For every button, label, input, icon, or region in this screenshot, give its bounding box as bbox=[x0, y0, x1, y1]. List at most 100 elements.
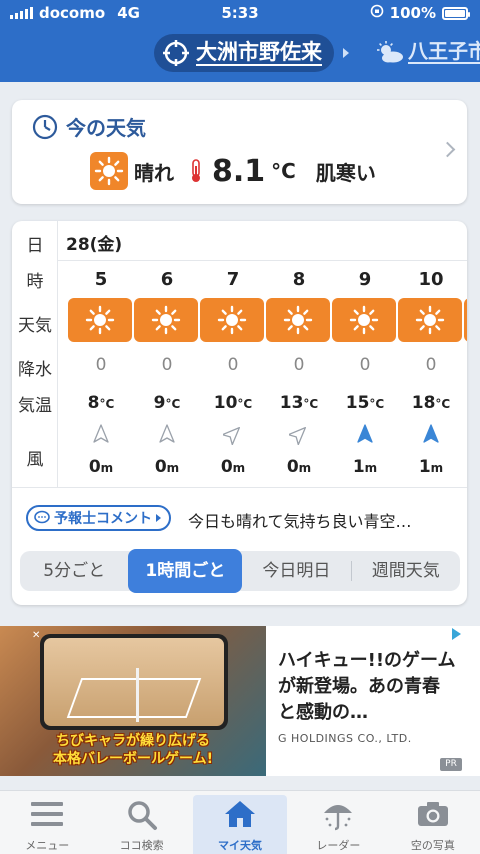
bottom-tab-bar: メニュー ココ検索 マイ天気 レーダー 空の写真 bbox=[0, 790, 480, 854]
sun-icon bbox=[332, 298, 396, 342]
next-location-button[interactable]: 八王子市 bbox=[376, 40, 480, 64]
status-bar: docomo 4G 5:33 100% bbox=[0, 0, 480, 26]
caret-right-icon bbox=[156, 514, 161, 522]
hour-column: 7 0 10°C 0m bbox=[200, 261, 266, 487]
tab-menu[interactable]: メニュー bbox=[0, 791, 94, 854]
forecaster-comment-label: 予報士コメント bbox=[54, 511, 152, 527]
location-header: 大洲市野佐来 八王子市 bbox=[0, 26, 480, 82]
wind-speed-value: 0m bbox=[88, 457, 114, 477]
ad-caption-line1: ちびキャラが繰り広げる bbox=[56, 733, 210, 749]
sun-icon bbox=[398, 298, 462, 342]
current-temperature: 8.1 bbox=[212, 153, 266, 189]
wind-direction-icon bbox=[287, 423, 309, 446]
ad-company: G HOLDINGS CO., LTD. bbox=[278, 732, 412, 745]
sun-icon bbox=[200, 298, 264, 342]
current-weather-title-text: 今の天気 bbox=[66, 116, 146, 140]
ad-close-icon[interactable]: ✕ bbox=[32, 630, 40, 641]
clock-icon bbox=[32, 114, 58, 139]
ad-pr-badge: PR bbox=[440, 758, 462, 771]
wind-direction-icon bbox=[355, 423, 375, 445]
chat-icon bbox=[34, 510, 50, 524]
temperature-value: 18°C bbox=[411, 393, 451, 413]
ad-image[interactable]: ちびキャラが繰り広げる 本格バレーボールゲーム! bbox=[0, 626, 266, 776]
hour-column: 9 0 15°C 1m bbox=[332, 261, 398, 487]
tab-my-weather[interactable]: マイ天気 bbox=[192, 795, 288, 854]
tab-5min[interactable]: 5分ごと bbox=[20, 551, 128, 591]
wind-speed-value: 0m bbox=[286, 457, 312, 477]
current-weather-card[interactable]: 今の天気 晴れ 8.1 °C 肌寒い bbox=[12, 100, 467, 204]
label-wind: 風 bbox=[26, 450, 44, 470]
sun-icon bbox=[68, 298, 132, 342]
rotation-lock-icon bbox=[370, 4, 384, 22]
ad-image-caption: ちびキャラが繰り広げる 本格バレーボールゲーム! bbox=[28, 732, 238, 768]
ad-caption-line2: 本格バレーボールゲーム! bbox=[53, 751, 213, 767]
hour-value: 5 bbox=[94, 269, 108, 290]
tab-menu-label: メニュー bbox=[25, 839, 70, 852]
sun-icon bbox=[134, 298, 198, 342]
wind-speed-value: 1m bbox=[418, 457, 444, 477]
tab-weekly[interactable]: 週間天気 bbox=[352, 551, 460, 591]
hour-column: 6 0 9°C 0m bbox=[134, 261, 200, 487]
tab-sky-photos[interactable]: 空の写真 bbox=[386, 791, 480, 854]
row-labels: 日 時 天気 降水 気温 風 bbox=[12, 221, 58, 487]
tab-today-tomorrow[interactable]: 今日明日 bbox=[242, 551, 350, 591]
rain-value: 0 bbox=[227, 355, 239, 375]
sun-icon bbox=[464, 298, 467, 342]
wind-direction-icon bbox=[91, 423, 111, 445]
sun-icon bbox=[90, 152, 128, 190]
forecaster-comment-row[interactable]: 予報士コメント 今日も晴れて気持ち良い青空… bbox=[12, 487, 467, 545]
hour-value: 9 bbox=[358, 269, 372, 290]
hour-value: 8 bbox=[292, 269, 306, 290]
hourly-forecast-card: 日 時 天気 降水 気温 風 28(金) 5 0 8°C 0m 6 0 9°C 0m 7 0 10°… bbox=[12, 221, 467, 605]
temperature-value: 13°C bbox=[279, 393, 319, 413]
hour-column: 10 0 18°C 1m bbox=[398, 261, 464, 487]
search-icon bbox=[127, 801, 157, 830]
temperature-value: 10°C bbox=[213, 393, 253, 413]
hour-value: 6 bbox=[160, 269, 174, 290]
forecaster-comment-text: 今日も晴れて気持ち良い青空… bbox=[188, 512, 412, 531]
current-location-button[interactable]: 大洲市野佐来 bbox=[154, 34, 334, 72]
label-rain: 降水 bbox=[18, 360, 52, 380]
hour-column: 8 0 13°C 0m bbox=[266, 261, 332, 487]
hourly-columns[interactable]: 5 0 8°C 0m 6 0 9°C 0m 7 0 10°C 0m 8 0 13°C 0m 9 0 15°C 1m 10… bbox=[58, 261, 467, 487]
tab-search-label: ココ検索 bbox=[119, 839, 164, 852]
wind-speed-value: 0m bbox=[220, 457, 246, 477]
sun-icon bbox=[266, 298, 330, 342]
tab-sky-photos-label: 空の写真 bbox=[410, 839, 455, 852]
tab-radar-label: レーダー bbox=[316, 839, 361, 852]
ad-title-line1: ハイキュー!!のゲーム bbox=[278, 650, 456, 671]
forecast-range-tabs: 5分ごと 1時間ごと 今日明日 週間天気 bbox=[20, 549, 460, 593]
label-day: 日 bbox=[26, 236, 44, 256]
temperature-value: 15°C bbox=[345, 393, 385, 413]
ad-phone-graphic bbox=[40, 634, 228, 730]
wind-direction-icon bbox=[421, 423, 441, 445]
chevron-right-icon bbox=[343, 48, 349, 58]
rain-value: 0 bbox=[161, 355, 173, 375]
rain-value: 0 bbox=[425, 355, 437, 375]
label-weather: 天気 bbox=[18, 316, 52, 336]
wind-speed-value: 1m bbox=[352, 457, 378, 477]
forecaster-comment-button[interactable]: 予報士コメント bbox=[26, 505, 171, 531]
wind-direction-icon bbox=[157, 423, 177, 445]
label-temperature: 気温 bbox=[18, 396, 52, 416]
tab-radar[interactable]: レーダー bbox=[291, 791, 385, 854]
ad-title[interactable]: ハイキュー!!のゲーム が新登場。あの青春 と感動の… bbox=[278, 648, 470, 726]
ad-choices-icon[interactable] bbox=[452, 628, 461, 640]
rain-value: 0 bbox=[95, 355, 107, 375]
tab-search[interactable]: ココ検索 bbox=[94, 791, 188, 854]
next-location-label: 八王子市 bbox=[408, 40, 480, 64]
home-icon bbox=[225, 801, 256, 827]
tab-hourly[interactable]: 1時間ごと bbox=[128, 549, 243, 593]
battery-icon bbox=[442, 6, 470, 20]
wind-direction-icon bbox=[221, 423, 243, 446]
current-weather-title: 今の天気 bbox=[32, 112, 146, 141]
wind-speed-value: 0m bbox=[154, 457, 180, 477]
hour-column: 5 0 8°C 0m bbox=[68, 261, 134, 487]
temperature-value: 9°C bbox=[153, 393, 181, 413]
ad-title-line3: と感動の… bbox=[278, 702, 368, 723]
hour-value: 10 bbox=[418, 269, 444, 290]
chevron-right-icon bbox=[439, 141, 456, 158]
location-target-icon bbox=[163, 40, 189, 66]
label-hour: 時 bbox=[26, 272, 44, 292]
thermometer-icon bbox=[192, 159, 200, 182]
